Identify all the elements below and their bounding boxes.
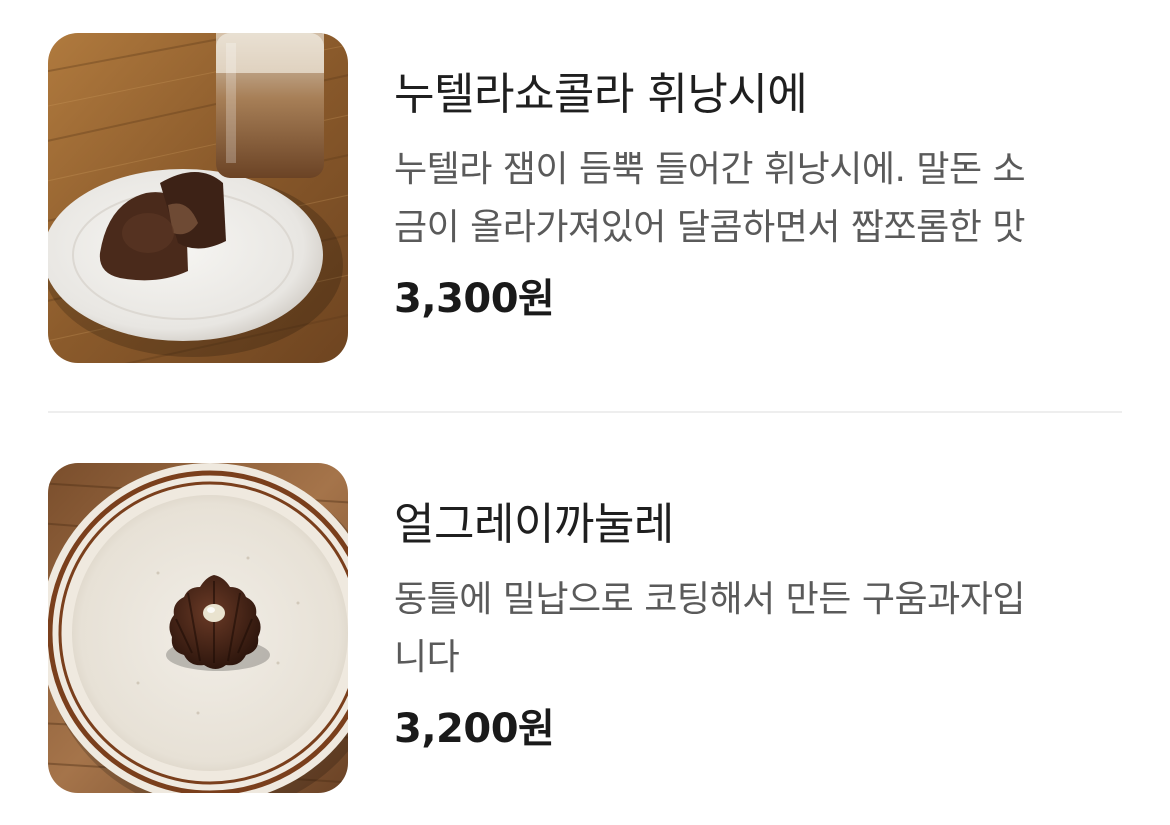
description-line: 금이 올라가져있어 달콤하면서 짭쪼롬한 맛: [394, 207, 1025, 248]
description-line: 니다: [394, 637, 460, 678]
item-divider: [48, 411, 1122, 413]
description-line: 동틀에 밀납으로 코팅해서 만든 구움과자입: [394, 579, 1025, 620]
earl-grey-canele-photo: [48, 463, 348, 793]
menu-item-price: 3,300원: [394, 276, 555, 322]
menu-item-photo[interactable]: [48, 463, 348, 793]
menu-item-info: 누텔라쇼콜라 휘낭시에 누텔라 잼이 듬뿍 들어간 휘낭시에. 말돈 소 금이 …: [394, 63, 1134, 327]
menu-item-description: 누텔라 잼이 듬뿍 들어간 휘낭시에. 말돈 소 금이 올라가져있어 달콤하면서…: [394, 141, 1134, 257]
menu-item-earl-grey-canele[interactable]: 얼그레이까눌레 동틀에 밀납으로 코팅해서 만든 구움과자입 니다 3,200원: [48, 463, 1122, 793]
menu-item-photo[interactable]: [48, 33, 348, 363]
description-line: 누텔라 잼이 듬뿍 들어간 휘낭시에. 말돈 소: [394, 149, 1026, 190]
menu-item-nutella-financier[interactable]: 누텔라쇼콜라 휘낭시에 누텔라 잼이 듬뿍 들어간 휘낭시에. 말돈 소 금이 …: [48, 33, 1122, 363]
nutella-financier-photo: [48, 33, 348, 363]
menu-item-name: 얼그레이까눌레: [394, 499, 674, 550]
menu-item-description: 동틀에 밀납으로 코팅해서 만든 구움과자입 니다: [394, 571, 1134, 687]
menu-item-price: 3,200원: [394, 706, 555, 752]
menu-item-name: 누텔라쇼콜라 휘낭시에: [394, 69, 808, 120]
menu-item-info: 얼그레이까눌레 동틀에 밀납으로 코팅해서 만든 구움과자입 니다 3,200원: [394, 493, 1134, 757]
